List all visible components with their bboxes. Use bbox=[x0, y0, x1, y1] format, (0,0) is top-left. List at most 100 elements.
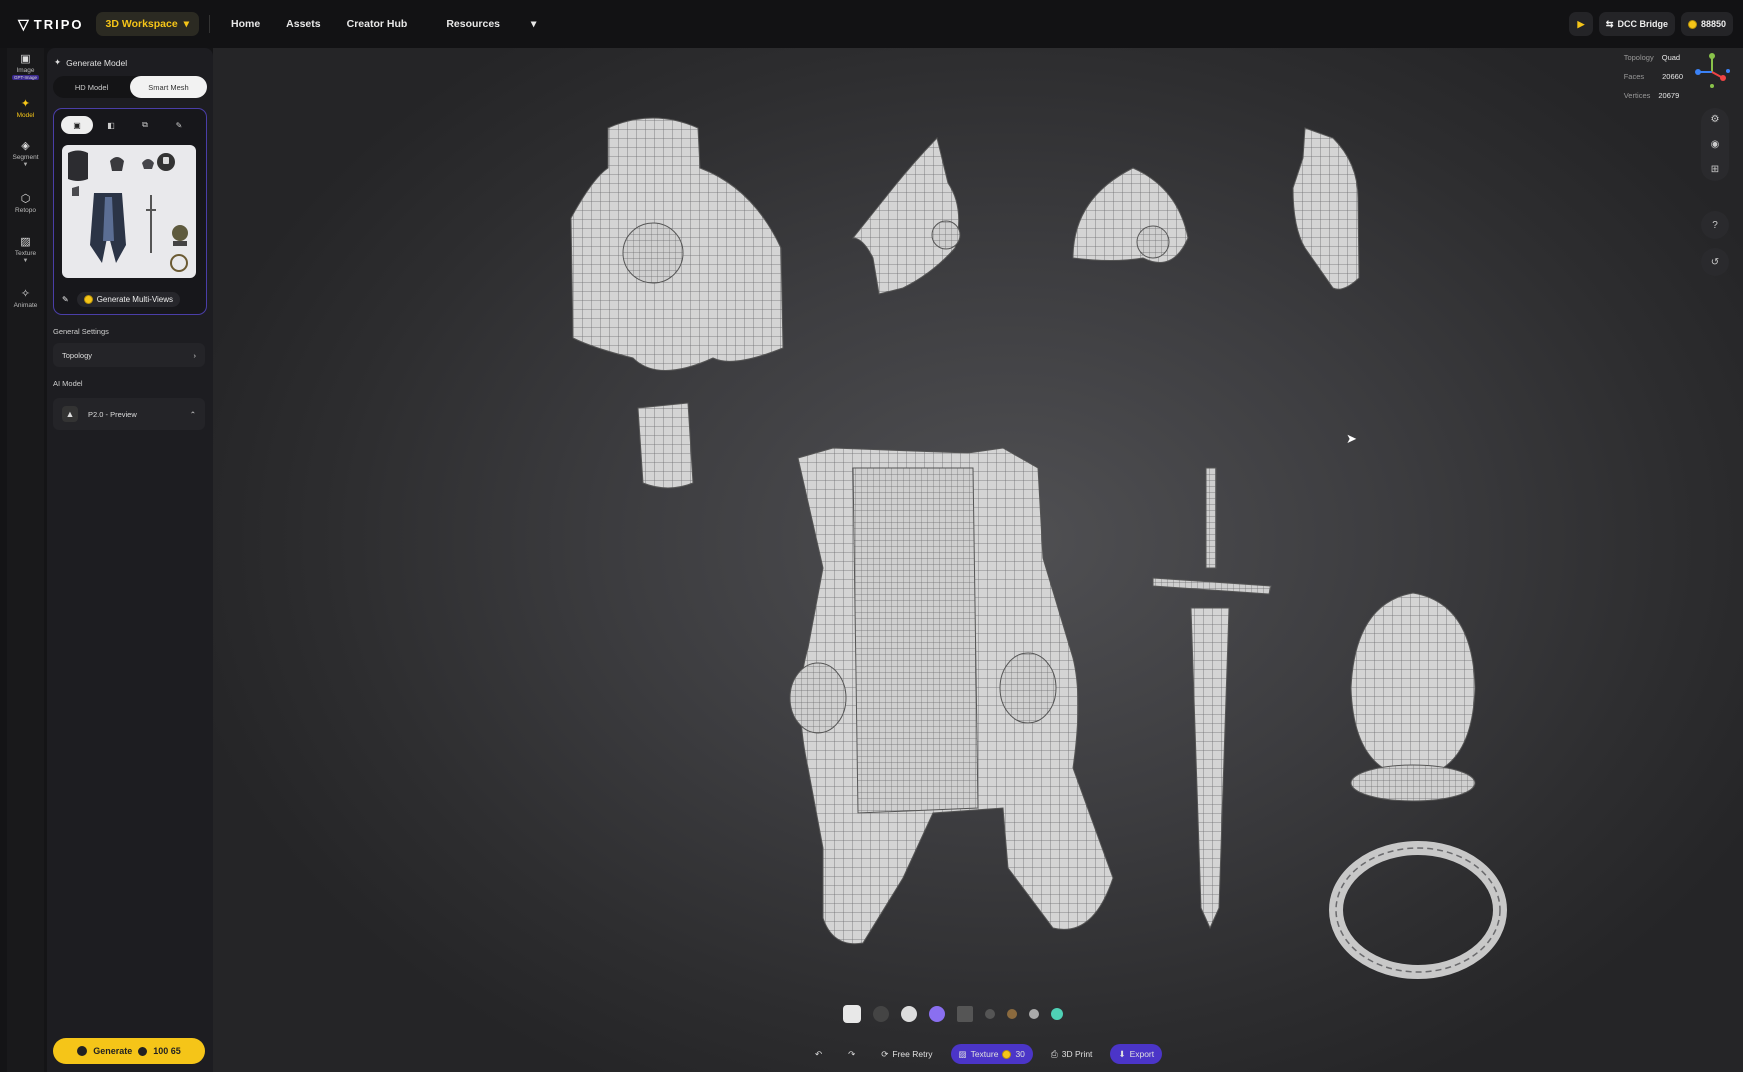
generate-button[interactable]: Generate 100 65 bbox=[53, 1038, 205, 1064]
bottom-actions: ↶ ↷ ⟳ Free Retry ▨ Texture 30 ⎙ 3D Print ⬇ Ex… bbox=[807, 1044, 1163, 1064]
3d-viewport[interactable]: ➤ bbox=[213, 48, 1743, 1072]
nav-creator-hub[interactable]: Creator Hub bbox=[334, 18, 421, 30]
model-logo-icon: ▲ bbox=[62, 406, 78, 422]
workspace-dropdown[interactable]: 3D Workspace ▾ bbox=[95, 12, 199, 36]
light-warm-dot[interactable] bbox=[1007, 1009, 1017, 1019]
tool-animate[interactable]: ✧ Animate bbox=[7, 288, 44, 309]
helmet-profile[interactable] bbox=[851, 136, 961, 295]
generate-panel: ✦ Generate Model HD Model Smart Mesh ▣ ◧ … bbox=[47, 48, 213, 1072]
mode-hd-model[interactable]: HD Model bbox=[53, 76, 130, 98]
model-meshes bbox=[570, 117, 1507, 979]
general-settings-heading: General Settings bbox=[53, 327, 109, 336]
mode-toggle: HD Model Smart Mesh bbox=[53, 76, 207, 98]
model-view-icon[interactable] bbox=[843, 1005, 861, 1023]
reference-image-art bbox=[68, 150, 188, 272]
leg-armor-skirt[interactable] bbox=[789, 447, 1114, 945]
top-bar: ▽ TRIPO 3D Workspace ▾ Home Assets Creator… bbox=[0, 0, 1743, 48]
tool-segment[interactable]: ◈ Segment ▼ bbox=[7, 140, 44, 168]
texture-icon: ▨ bbox=[20, 236, 31, 248]
coin-icon bbox=[138, 1046, 148, 1056]
sparkle-icon: ✦ bbox=[54, 57, 62, 67]
axis-gizmo[interactable] bbox=[1693, 50, 1731, 88]
3d-print-button[interactable]: ⎙ 3D Print bbox=[1043, 1044, 1101, 1064]
retopo-icon: ⬡ bbox=[20, 193, 31, 205]
normal-mode-icon[interactable] bbox=[929, 1006, 945, 1022]
tool-retopo[interactable]: ⬡ Retopo bbox=[7, 193, 44, 214]
gear-icon[interactable]: ⚙ bbox=[1711, 114, 1720, 125]
tab-image-icon[interactable]: ▣ bbox=[61, 116, 93, 134]
grid-icon[interactable]: ⊞ bbox=[1711, 164, 1719, 175]
texture-icon: ▨ bbox=[958, 1048, 967, 1059]
tool-model[interactable]: ✦ Model bbox=[7, 98, 44, 119]
free-retry-button[interactable]: ⟳ Free Retry bbox=[873, 1044, 940, 1064]
main-nav: Home Assets Creator Hub Resources ▾ bbox=[218, 18, 562, 30]
magic-wand-icon[interactable]: ✎ bbox=[62, 295, 69, 304]
multiview-row: ✎ Generate Multi-Views bbox=[62, 289, 196, 309]
coin-icon bbox=[83, 294, 93, 304]
play-tutorial-button[interactable]: ▶ bbox=[1568, 12, 1593, 36]
render-mode-bar bbox=[843, 1005, 1063, 1023]
viewport-tools: ⚙ ◉ ⊞ bbox=[1701, 108, 1729, 181]
chain-ring[interactable] bbox=[1329, 841, 1507, 979]
ai-model-current: ▲ P2.0 - Preview bbox=[62, 406, 137, 422]
input-card: ▣ ◧ ⧉ ✎ ✎ Generate Multi-Views bbox=[53, 108, 207, 315]
chevron-right-icon: › bbox=[193, 350, 197, 360]
generate-multiviews-button[interactable]: Generate Multi-Views bbox=[76, 291, 181, 307]
coin-icon bbox=[1002, 1049, 1012, 1059]
clay-mode-icon[interactable] bbox=[901, 1006, 917, 1022]
coin-icon bbox=[1687, 19, 1697, 29]
download-icon: ⬇ bbox=[1118, 1048, 1126, 1059]
gpt-image-badge: GPT-Image bbox=[11, 75, 39, 80]
print-icon: ⎙ bbox=[1050, 1048, 1058, 1059]
topology-setting[interactable]: Topology › bbox=[53, 343, 205, 367]
ai-model-select[interactable]: ▲ P2.0 - Preview ⌃ bbox=[53, 398, 205, 430]
bridge-icon: ⇆ bbox=[1605, 18, 1614, 29]
caret-down-icon: ▾ bbox=[531, 18, 537, 30]
mesh-stats: Topology Quad Faces 20660 Vertices 20679 bbox=[1624, 48, 1683, 105]
caret-down-icon: ▾ bbox=[183, 18, 189, 30]
light-dark-dot[interactable] bbox=[985, 1009, 995, 1019]
panel-title: ✦ Generate Model bbox=[54, 57, 128, 68]
tripo-logo[interactable]: ▽ TRIPO bbox=[18, 16, 84, 33]
nav-resources[interactable]: Resources ▾ bbox=[420, 18, 562, 30]
generate-icon bbox=[77, 1046, 88, 1056]
question-icon[interactable]: ? bbox=[1701, 211, 1729, 239]
helmet-open[interactable] bbox=[1072, 167, 1189, 263]
nav-home[interactable]: Home bbox=[218, 18, 273, 30]
retry-icon: ⟳ bbox=[881, 1048, 889, 1059]
caret-down-icon: ▼ bbox=[22, 258, 29, 264]
tool-image[interactable]: ▣ Image GPT-Image bbox=[7, 53, 44, 80]
nav-assets[interactable]: Assets bbox=[273, 18, 333, 30]
chevron-up-icon: ⌃ bbox=[189, 409, 196, 419]
export-button[interactable]: ⬇ Export bbox=[1110, 1044, 1163, 1064]
credits-badge[interactable]: 88850 bbox=[1680, 12, 1733, 36]
tool-texture[interactable]: ▨ Texture ▼ bbox=[7, 236, 44, 264]
mouse-cursor-icon: ➤ bbox=[1346, 431, 1357, 446]
texture-button[interactable]: ▨ Texture 30 bbox=[950, 1044, 1033, 1064]
tripo-mark-icon: ▽ bbox=[18, 15, 31, 32]
history-icon[interactable]: ↺ bbox=[1701, 248, 1729, 276]
tool-rail: ▣ Image GPT-Image ✦ Model ◈ Segment ▼ ⬡ Retopo… bbox=[7, 48, 44, 1072]
knight-helmet-bust[interactable] bbox=[1350, 592, 1476, 802]
tabard-piece[interactable] bbox=[637, 402, 694, 489]
camera-icon[interactable]: ◉ bbox=[1711, 139, 1720, 150]
undo-icon[interactable]: ↶ bbox=[807, 1044, 830, 1064]
tab-multiview-icon[interactable]: ◧ bbox=[95, 116, 127, 134]
top-right-actions: ▶ ⇆ DCC Bridge 88850 bbox=[1568, 12, 1733, 36]
figure-icon: ✧ bbox=[20, 288, 31, 300]
dcc-bridge-button[interactable]: ⇆ DCC Bridge bbox=[1598, 12, 1675, 36]
chest-armor[interactable] bbox=[570, 117, 784, 371]
light-grey-dot[interactable] bbox=[1029, 1009, 1039, 1019]
mode-smart-mesh[interactable]: Smart Mesh bbox=[130, 76, 207, 98]
tab-batch-icon[interactable]: ⧉ bbox=[129, 116, 161, 134]
divider bbox=[208, 15, 210, 33]
tab-edit-icon[interactable]: ✎ bbox=[163, 116, 195, 134]
light-teal-dot[interactable] bbox=[1051, 1008, 1063, 1020]
helmet-side[interactable] bbox=[1292, 127, 1360, 290]
wireframe-mode-icon[interactable] bbox=[873, 1006, 889, 1022]
redo-icon[interactable]: ↷ bbox=[840, 1044, 863, 1064]
reference-image[interactable] bbox=[62, 145, 196, 278]
sword[interactable] bbox=[1152, 467, 1272, 930]
image-icon: ▣ bbox=[20, 53, 31, 65]
list-icon[interactable] bbox=[957, 1006, 973, 1022]
